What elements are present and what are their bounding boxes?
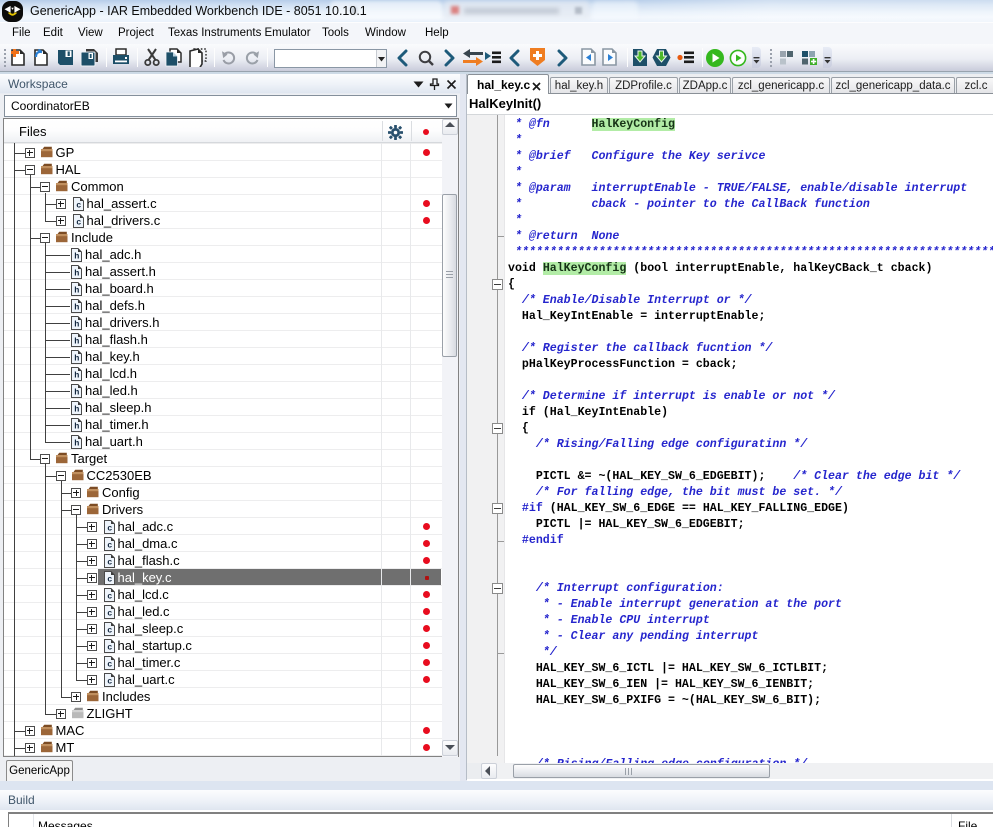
svg-text:c: c xyxy=(107,574,112,584)
svg-text:h: h xyxy=(74,268,79,278)
svg-text:c: c xyxy=(76,200,81,210)
svg-text:c: c xyxy=(107,608,112,618)
svg-text:h: h xyxy=(74,370,79,380)
svg-text:h: h xyxy=(74,285,79,295)
svg-text:h: h xyxy=(74,336,79,346)
svg-text:h: h xyxy=(74,438,79,448)
svg-text:c: c xyxy=(107,591,112,601)
svg-text:h: h xyxy=(74,319,79,329)
svg-text:h: h xyxy=(74,404,79,414)
svg-text:c: c xyxy=(107,676,112,686)
svg-text:h: h xyxy=(74,387,79,397)
svg-text:c: c xyxy=(107,523,112,533)
svg-text:c: c xyxy=(76,217,81,227)
svg-text:c: c xyxy=(107,540,112,550)
svg-text:h: h xyxy=(74,251,79,261)
svg-text:h: h xyxy=(74,302,79,312)
svg-text:h: h xyxy=(74,421,79,431)
svg-text:c: c xyxy=(107,659,112,669)
svg-text:c: c xyxy=(107,625,112,635)
svg-text:h: h xyxy=(74,353,79,363)
svg-text:c: c xyxy=(107,557,112,567)
svg-text:c: c xyxy=(107,642,112,652)
